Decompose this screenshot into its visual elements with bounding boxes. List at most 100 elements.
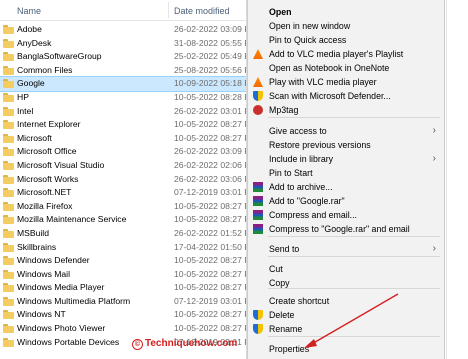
folder-icon (3, 269, 14, 279)
folder-name: Windows Media Player (17, 282, 105, 293)
menu-item-open-as-notebook-in-onenote[interactable]: Open as Notebook in OneNote (248, 61, 444, 75)
folder-row[interactable]: Intel 26-02-2022 03:01 PM (0, 105, 257, 119)
folder-name: Microsoft Visual Studio (17, 159, 105, 170)
menu-item-cut[interactable]: Cut (248, 262, 444, 276)
folder-row[interactable]: Skillbrains 17-04-2022 01:50 PM (0, 241, 257, 255)
folder-date: 26-02-2022 01:52 PM (174, 227, 258, 238)
folder-name: Microsoft.NET (17, 187, 72, 198)
folder-date: 10-05-2022 08:27 PM (174, 268, 258, 279)
menu-item-label: Pin to Start (269, 168, 313, 178)
menu-item-mp3tag[interactable]: Mp3tag (248, 103, 444, 117)
folder-row[interactable]: Microsoft Visual Studio 26-02-2022 02:06 … (0, 159, 257, 173)
folder-date: 31-08-2022 05:55 PM (174, 37, 258, 48)
folder-icon (3, 296, 14, 306)
date-modified-column-header[interactable]: Date modified (174, 6, 230, 16)
folder-date: 26-02-2022 03:06 PM (174, 173, 258, 184)
menu-item-scan-with-microsoft-defender[interactable]: Scan with Microsoft Defender... (248, 89, 444, 103)
name-column-header[interactable]: Name (17, 6, 41, 16)
folder-icon (3, 79, 14, 89)
folder-name: HP (17, 91, 29, 102)
folder-row[interactable]: Common Files 25-08-2022 05:56 PM (0, 64, 257, 78)
folder-date: 17-04-2022 01:50 PM (174, 241, 258, 252)
right-pane-strip (446, 0, 468, 359)
menu-item-label: Scan with Microsoft Defender... (269, 91, 391, 101)
folder-icon (3, 160, 14, 170)
folder-icon (3, 106, 14, 116)
chevron-right-icon: › (432, 125, 436, 136)
folder-icon (3, 228, 14, 238)
folder-row[interactable]: BanglaSoftwareGroup 25-02-2022 05:49 PM (0, 50, 257, 64)
file-explorer-list: Name Date modified Adobe 26-02-2022 03:09… (0, 0, 257, 359)
folder-row[interactable]: Microsoft Office 26-02-2022 03:09 PM (0, 145, 257, 159)
menu-item-add-to-archive[interactable]: Add to archive... (248, 180, 444, 194)
menu-item-compress-to-google-rar-and-email[interactable]: Compress to "Google.rar" and email (248, 222, 444, 236)
folder-row[interactable]: Mozilla Maintenance Service 10-05-2022 08… (0, 213, 257, 227)
mp3tag-icon (253, 105, 263, 115)
uac-shield-icon (253, 310, 263, 320)
column-divider[interactable] (168, 2, 169, 18)
folder-name: Windows Multimedia Platform (17, 295, 131, 306)
folder-row[interactable]: Microsoft Works 26-02-2022 03:06 PM (0, 173, 257, 187)
folder-row[interactable]: Windows NT 10-05-2022 08:27 PM (0, 308, 257, 322)
menu-item-label: Compress to "Google.rar" and email (269, 224, 410, 234)
folder-row[interactable]: Windows Multimedia Platform 07-12-2019 03… (0, 295, 257, 309)
menu-item-open-in-new-window[interactable]: Open in new window (248, 19, 444, 33)
menu-item-label: Add to VLC media player's Playlist (269, 49, 404, 59)
folder-name: Mozilla Firefox (17, 200, 73, 211)
folder-icon (3, 215, 14, 225)
menu-item-play-with-vlc-media-player[interactable]: Play with VLC media player (248, 75, 444, 89)
folder-date: 07-12-2019 03:01 PM (174, 187, 258, 198)
folder-icon (3, 201, 14, 211)
menu-item-pin-to-start[interactable]: Pin to Start (248, 166, 444, 180)
menu-item-add-to-vlc-media-player-s-playlist[interactable]: Add to VLC media player's Playlist (248, 47, 444, 61)
menu-item-include-in-library[interactable]: Include in library › (248, 152, 444, 166)
folder-row[interactable]: Windows Photo Viewer 10-05-2022 08:27 PM (0, 322, 257, 336)
folder-row[interactable]: HP 10-05-2022 08:28 PM (0, 91, 257, 105)
folder-date: 26-02-2022 02:06 PM (174, 159, 258, 170)
folder-icon (3, 25, 14, 34)
vlc-icon (253, 77, 263, 87)
folder-row[interactable]: Adobe 26-02-2022 03:09 PM (0, 23, 257, 37)
folder-date: 10-09-2022 05:18 PM (174, 78, 258, 89)
folder-name: MSBuild (17, 227, 49, 238)
folder-name: Windows NT (17, 309, 66, 320)
menu-item-add-to-google-rar[interactable]: Add to "Google.rar" (248, 194, 444, 208)
folder-row[interactable]: Windows Defender 10-05-2022 08:27 PM (0, 254, 257, 268)
menu-item-pin-to-quick-access[interactable]: Pin to Quick access (248, 33, 444, 47)
folder-name: Windows Mail (17, 268, 71, 279)
folder-name: Adobe (17, 24, 42, 34)
folder-row[interactable]: MSBuild 26-02-2022 01:52 PM (0, 227, 257, 241)
folder-icon (3, 147, 14, 157)
menu-item-open[interactable]: Open (248, 5, 444, 19)
folder-date: 10-05-2022 08:27 PM (174, 255, 258, 266)
folder-row[interactable]: Google 10-09-2022 05:18 PM (0, 76, 257, 92)
folder-row[interactable]: Microsoft 10-05-2022 08:27 PM (0, 132, 257, 146)
folder-rows: Adobe 26-02-2022 03:09 PM AnyDesk 31-08-202… (0, 23, 257, 349)
menu-item-compress-and-email[interactable]: Compress and email... (248, 208, 444, 222)
menu-item-send-to[interactable]: Send to › (248, 242, 444, 256)
folder-icon (3, 92, 14, 102)
menu-separator (268, 288, 440, 289)
winrar-icon (253, 224, 263, 234)
menu-item-label: Restore previous versions (269, 140, 371, 150)
folder-icon (3, 337, 14, 347)
folder-row[interactable]: AnyDesk 31-08-2022 05:55 PM (0, 37, 257, 51)
folder-icon (3, 38, 14, 48)
folder-row[interactable]: Internet Explorer 10-05-2022 08:27 PM (0, 118, 257, 132)
folder-row[interactable]: Windows Media Player 10-05-2022 08:27 PM (0, 281, 257, 295)
folder-row[interactable]: Windows Mail 10-05-2022 08:27 PM (0, 268, 257, 282)
winrar-icon (253, 182, 263, 192)
folder-row[interactable]: Mozilla Firefox 10-05-2022 08:27 PM (0, 200, 257, 214)
folder-icon (3, 188, 14, 198)
folder-icon (3, 310, 14, 320)
folder-date: 10-05-2022 08:27 PM (174, 200, 258, 211)
folder-date: 25-08-2022 05:56 PM (174, 64, 258, 75)
folder-name: Microsoft Office (17, 146, 77, 157)
folder-row[interactable]: Microsoft.NET 07-12-2019 03:01 PM (0, 186, 257, 200)
folder-icon (3, 133, 14, 143)
folder-date: 10-05-2022 08:28 PM (174, 91, 258, 102)
menu-item-give-access-to[interactable]: Give access to › (248, 124, 444, 138)
menu-item-restore-previous-versions[interactable]: Restore previous versions (248, 138, 444, 152)
folder-date: 07-12-2019 03:01 PM (174, 295, 258, 306)
folder-name: Google (17, 78, 45, 89)
